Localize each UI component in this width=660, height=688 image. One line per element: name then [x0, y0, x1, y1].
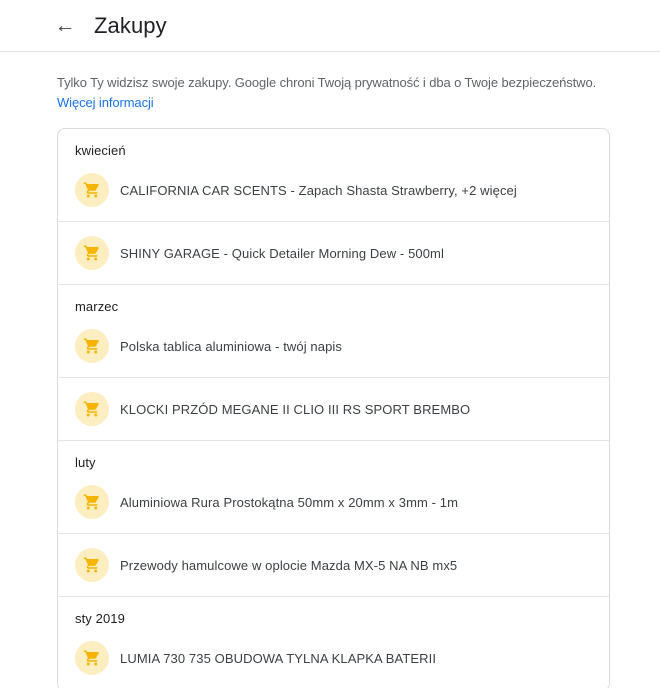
app-header: ← Zakupy [0, 0, 660, 52]
shopping-cart-icon [75, 485, 109, 519]
shopping-cart-icon [75, 641, 109, 675]
purchase-row[interactable]: Przewody hamulcowe w oplocie Mazda MX-5 … [58, 534, 609, 597]
purchase-row[interactable]: KLOCKI PRZÓD MEGANE II CLIO III RS SPORT… [58, 378, 609, 441]
shopping-cart-icon [75, 392, 109, 426]
purchase-title: Aluminiowa Rura Prostokątna 50mm x 20mm … [120, 494, 459, 510]
privacy-notice-text: Tylko Ty widzisz swoje zakupy. Google ch… [57, 75, 597, 90]
purchase-row[interactable]: Polska tablica aluminiowa - twój napis [58, 315, 609, 378]
month-label: sty 2019 [75, 611, 125, 626]
purchase-row[interactable]: SHINY GARAGE - Quick Detailer Morning De… [58, 222, 609, 285]
shopping-cart-icon [75, 236, 109, 270]
page-title: Zakupy [94, 12, 167, 38]
purchase-title: CALIFORNIA CAR SCENTS - Zapach Shasta St… [120, 182, 517, 198]
month-section: sty 2019 LUMIA 730 735 OBUDOWA TYLNA KLA… [58, 597, 609, 688]
purchase-row[interactable]: LUMIA 730 735 OBUDOWA TYLNA KLAPKA BATER… [58, 627, 609, 688]
privacy-notice: Tylko Ty widzisz swoje zakupy. Google ch… [57, 73, 629, 113]
month-label: luty [75, 455, 96, 470]
month-section: marzec Polska tablica aluminiowa - twój … [58, 285, 609, 441]
purchase-title: KLOCKI PRZÓD MEGANE II CLIO III RS SPORT… [120, 401, 471, 417]
month-section: luty Aluminiowa Rura Prostokątna 50mm x … [58, 441, 609, 597]
purchases-card: kwiecień CALIFORNIA CAR SCENTS - Zapach … [57, 128, 610, 688]
shopping-cart-icon [75, 548, 109, 582]
purchase-row[interactable]: Aluminiowa Rura Prostokątna 50mm x 20mm … [58, 471, 609, 534]
shopping-cart-icon [75, 173, 109, 207]
shopping-cart-icon [75, 329, 109, 363]
back-arrow-icon: ← [54, 13, 76, 37]
purchase-row[interactable]: CALIFORNIA CAR SCENTS - Zapach Shasta St… [58, 159, 609, 222]
more-info-link[interactable]: Więcej informacji [57, 95, 154, 110]
month-label: kwiecień [75, 143, 126, 158]
month-section: kwiecień CALIFORNIA CAR SCENTS - Zapach … [58, 129, 609, 285]
month-label: marzec [75, 299, 119, 314]
purchase-title: SHINY GARAGE - Quick Detailer Morning De… [120, 245, 444, 261]
back-button[interactable]: ← [52, 13, 78, 39]
purchase-title: Przewody hamulcowe w oplocie Mazda MX-5 … [120, 557, 458, 573]
purchase-title: LUMIA 730 735 OBUDOWA TYLNA KLAPKA BATER… [120, 650, 437, 666]
purchase-title: Polska tablica aluminiowa - twój napis [120, 338, 343, 354]
